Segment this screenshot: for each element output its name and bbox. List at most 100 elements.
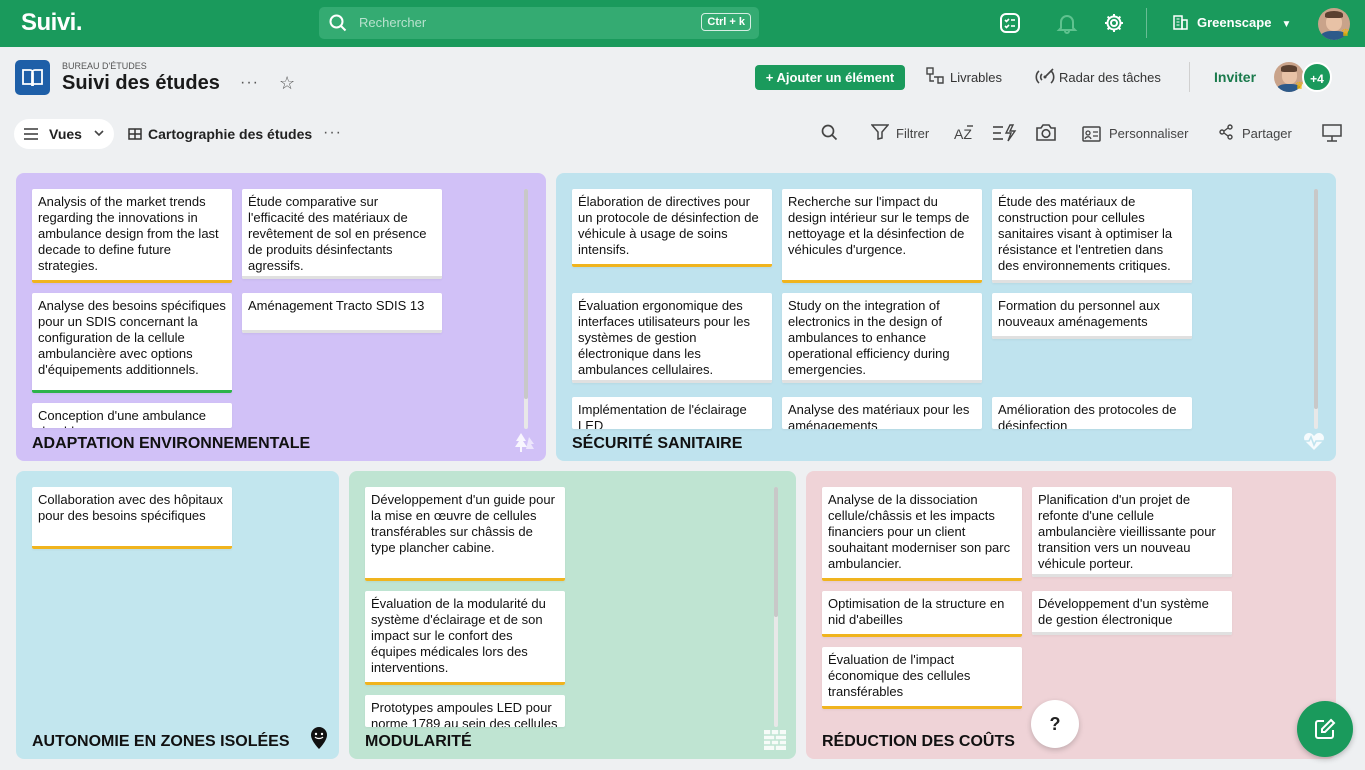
share-button[interactable]: Partager [1242, 126, 1292, 141]
card[interactable]: Évaluation de l'impact économique des ce… [822, 647, 1022, 709]
card[interactable]: Étude comparative sur l'efficacité des m… [242, 189, 442, 279]
card[interactable]: Optimisation de la structure en nid d'ab… [822, 591, 1022, 637]
card-status-bar [992, 336, 1192, 339]
card[interactable]: Élaboration de directives pour un protoc… [572, 189, 772, 267]
menu-icon [24, 128, 38, 140]
svg-text:AZ: AZ [954, 126, 972, 142]
card[interactable]: Développement d'un guide pour la mise en… [365, 487, 565, 581]
card-status-bar [365, 578, 565, 581]
card-status-bar [572, 380, 772, 383]
task-radar-button[interactable]: Radar des tâches [1035, 68, 1161, 85]
radar-icon [1035, 68, 1055, 84]
board-modularite[interactable]: Développement d'un guide pour la mise en… [349, 471, 796, 759]
board-adaptation-environnementale[interactable]: Analysis of the market trends regarding … [16, 173, 546, 461]
card-text: Study on the integration of electronics … [788, 298, 950, 377]
card[interactable]: Évaluation ergonomique des interfaces ut… [572, 293, 772, 383]
card-status-bar [782, 280, 982, 283]
card[interactable]: Implémentation de l'éclairage LED [572, 397, 772, 429]
more-members-badge[interactable]: +4 [1302, 62, 1332, 92]
automation-icon[interactable] [993, 124, 1017, 142]
tree-icon [515, 433, 534, 452]
card-text: Planification d'un projet de refonte d'u… [1038, 492, 1216, 571]
card-text: Formation du personnel aux nouveaux amén… [998, 298, 1160, 329]
org-switcher[interactable]: Greenscape ▼ [1172, 13, 1291, 30]
card[interactable]: Analyse des besoins spécifiques pour un … [32, 293, 232, 393]
card[interactable]: Analyse des matériaux pour les aménageme… [782, 397, 982, 429]
task-list-icon[interactable] [999, 12, 1021, 34]
org-name: Greenscape [1197, 15, 1272, 30]
presentation-icon[interactable] [1322, 124, 1342, 142]
search-input[interactable]: Rechercher [359, 15, 426, 30]
search-icon[interactable] [821, 124, 838, 141]
help-button[interactable]: ? [1031, 700, 1079, 748]
customize-icon [1082, 126, 1101, 142]
card[interactable]: Recherche sur l'impact du design intérie… [782, 189, 982, 283]
board-scrollbar[interactable] [774, 487, 778, 727]
search-bar[interactable]: Rechercher Ctrl + k [319, 7, 759, 39]
board-title: SÉCURITÉ SANITAIRE [572, 435, 743, 452]
board-title: ADAPTATION ENVIRONNEMENTALE [32, 435, 311, 452]
deliverables-icon [926, 67, 944, 84]
deliverables-button[interactable]: Livrables [926, 67, 1002, 85]
card[interactable]: Analyse de la dissociation cellule/châss… [822, 487, 1022, 581]
sort-az-icon[interactable]: AZ [954, 124, 976, 142]
header-divider [1189, 62, 1190, 92]
card-text: Évaluation de l'impact économique des ce… [828, 652, 971, 699]
favorite-star-icon[interactable]: ☆ [279, 73, 295, 94]
views-dropdown[interactable]: Vues [14, 119, 114, 149]
card-text: Prototypes ampoules LED pour norme 1789 … [371, 700, 558, 727]
filter-button[interactable]: Filtrer [896, 126, 929, 141]
share-icon [1219, 124, 1233, 140]
card-status-bar [782, 380, 982, 383]
top-bar: Suivi. Rechercher Ctrl + k Greenscape ▼ ♛ [0, 0, 1365, 47]
card[interactable]: Formation du personnel aux nouveaux amén… [992, 293, 1192, 339]
card-status-bar [822, 634, 1022, 637]
card-status-bar [572, 264, 772, 267]
card[interactable]: Étude des matériaux de construction pour… [992, 189, 1192, 283]
board-title: RÉDUCTION DES COÛTS [822, 733, 1015, 750]
board-scrollbar[interactable] [1314, 189, 1318, 429]
card[interactable]: Analysis of the market trends regarding … [32, 189, 232, 283]
card-text: Analyse des matériaux pour les aménageme… [788, 402, 970, 429]
building-icon [1173, 15, 1188, 30]
add-element-button[interactable]: + Ajouter un élément [755, 65, 905, 90]
card[interactable]: Évaluation de la modularité du système d… [365, 591, 565, 685]
edit-fab-button[interactable] [1297, 701, 1353, 757]
app-book-icon [15, 60, 50, 95]
board-autonomie-zones-isolees[interactable]: Collaboration avec des hôpitaux pour des… [16, 471, 339, 759]
crown-icon: ♛ [1341, 28, 1350, 39]
card-status-bar [822, 578, 1022, 581]
invite-button[interactable]: Inviter [1214, 69, 1256, 85]
breadcrumb[interactable]: BUREAU D'ÉTUDES [62, 61, 147, 71]
view-more-icon[interactable]: ··· [323, 124, 342, 142]
card[interactable]: Planification d'un projet de refonte d'u… [1032, 487, 1232, 577]
card-status-bar [242, 330, 442, 333]
card[interactable]: Conception d'une ambulance durable [32, 403, 232, 428]
card[interactable]: Développement d'un système de gestion él… [1032, 591, 1232, 635]
current-view[interactable]: Cartographie des études [128, 126, 312, 142]
board-scrollbar[interactable] [524, 189, 528, 429]
filter-icon [871, 124, 889, 140]
card[interactable]: Amélioration des protocoles de désinfect… [992, 397, 1192, 429]
customize-button[interactable]: Personnaliser [1109, 126, 1189, 141]
card[interactable]: Aménagement Tracto SDIS 13 [242, 293, 442, 333]
card-status-bar [1032, 574, 1232, 577]
app-logo[interactable]: Suivi. [21, 9, 83, 37]
card-text: Recherche sur l'impact du design intérie… [788, 194, 970, 257]
gear-icon[interactable] [1103, 12, 1125, 34]
search-shortcut-badge: Ctrl + k [701, 13, 751, 31]
card-text: Évaluation de la modularité du système d… [371, 596, 546, 675]
card[interactable]: Collaboration avec des hôpitaux pour des… [32, 487, 232, 549]
card-status-bar [365, 682, 565, 685]
chevron-down-icon [94, 130, 104, 137]
page-title: Suivi des études [62, 72, 220, 94]
camera-icon[interactable] [1035, 122, 1057, 142]
more-options-icon[interactable]: ··· [240, 74, 259, 92]
map-pin-icon [311, 727, 327, 749]
card[interactable]: Prototypes ampoules LED pour norme 1789 … [365, 695, 565, 727]
card-text: Analyse des besoins spécifiques pour un … [38, 298, 226, 377]
card[interactable]: Study on the integration of electronics … [782, 293, 982, 383]
board-securite-sanitaire[interactable]: Élaboration de directives pour un protoc… [556, 173, 1336, 461]
bell-icon[interactable] [1056, 12, 1078, 34]
board-title: AUTONOMIE EN ZONES ISOLÉES [32, 733, 290, 750]
